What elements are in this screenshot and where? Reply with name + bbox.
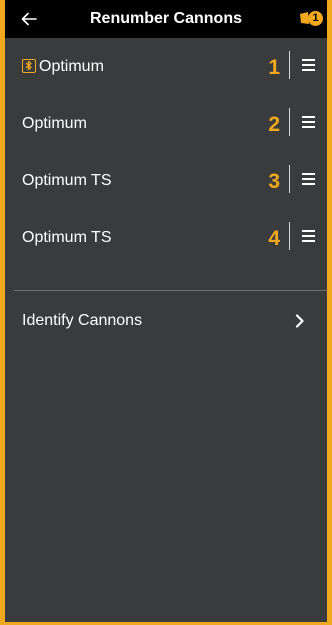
drag-handle-icon[interactable] xyxy=(302,230,316,242)
row-divider xyxy=(288,222,290,250)
notification-count-badge: 1 xyxy=(308,11,323,26)
cannon-row-3[interactable]: Optimum TS 3 xyxy=(5,152,327,209)
header-bar: Renumber Cannons 1 xyxy=(5,0,327,38)
cannon-list: Optimum 1 Optimum 2 Optimum TS 3 Optimum… xyxy=(5,38,327,266)
notification-button[interactable]: 1 xyxy=(299,8,325,30)
drag-handle-icon[interactable] xyxy=(302,59,316,71)
cannon-row-4[interactable]: Optimum TS 4 xyxy=(5,209,327,266)
page-title: Renumber Cannons xyxy=(89,10,242,27)
drag-handle-icon[interactable] xyxy=(302,173,316,185)
bluetooth-icon xyxy=(22,59,36,73)
identify-cannons-row[interactable]: Identify Cannons xyxy=(5,292,327,350)
identify-cannons-label: Identify Cannons xyxy=(22,312,143,329)
cannon-name: Optimum TS xyxy=(22,229,112,246)
cannon-name: Optimum xyxy=(22,115,87,132)
cannon-name: Optimum xyxy=(22,38,104,95)
row-divider xyxy=(288,108,290,136)
row-divider xyxy=(288,51,290,79)
cannon-number: 2 xyxy=(268,113,280,136)
cannon-row-2[interactable]: Optimum 2 xyxy=(5,95,327,152)
cannon-number: 3 xyxy=(268,170,280,193)
cannon-name-text: Optimum xyxy=(39,58,104,75)
row-divider xyxy=(288,165,290,193)
cannon-name: Optimum TS xyxy=(22,172,112,189)
cannon-number: 1 xyxy=(268,56,280,79)
chevron-right-icon xyxy=(295,314,304,328)
list-separator xyxy=(14,290,327,291)
cannon-number: 4 xyxy=(268,227,280,250)
drag-handle-icon[interactable] xyxy=(302,116,316,128)
cannon-row-1[interactable]: Optimum 1 xyxy=(5,38,327,95)
app-frame: Renumber Cannons 1 Optimum 1 Optimum 2 O… xyxy=(0,0,332,625)
